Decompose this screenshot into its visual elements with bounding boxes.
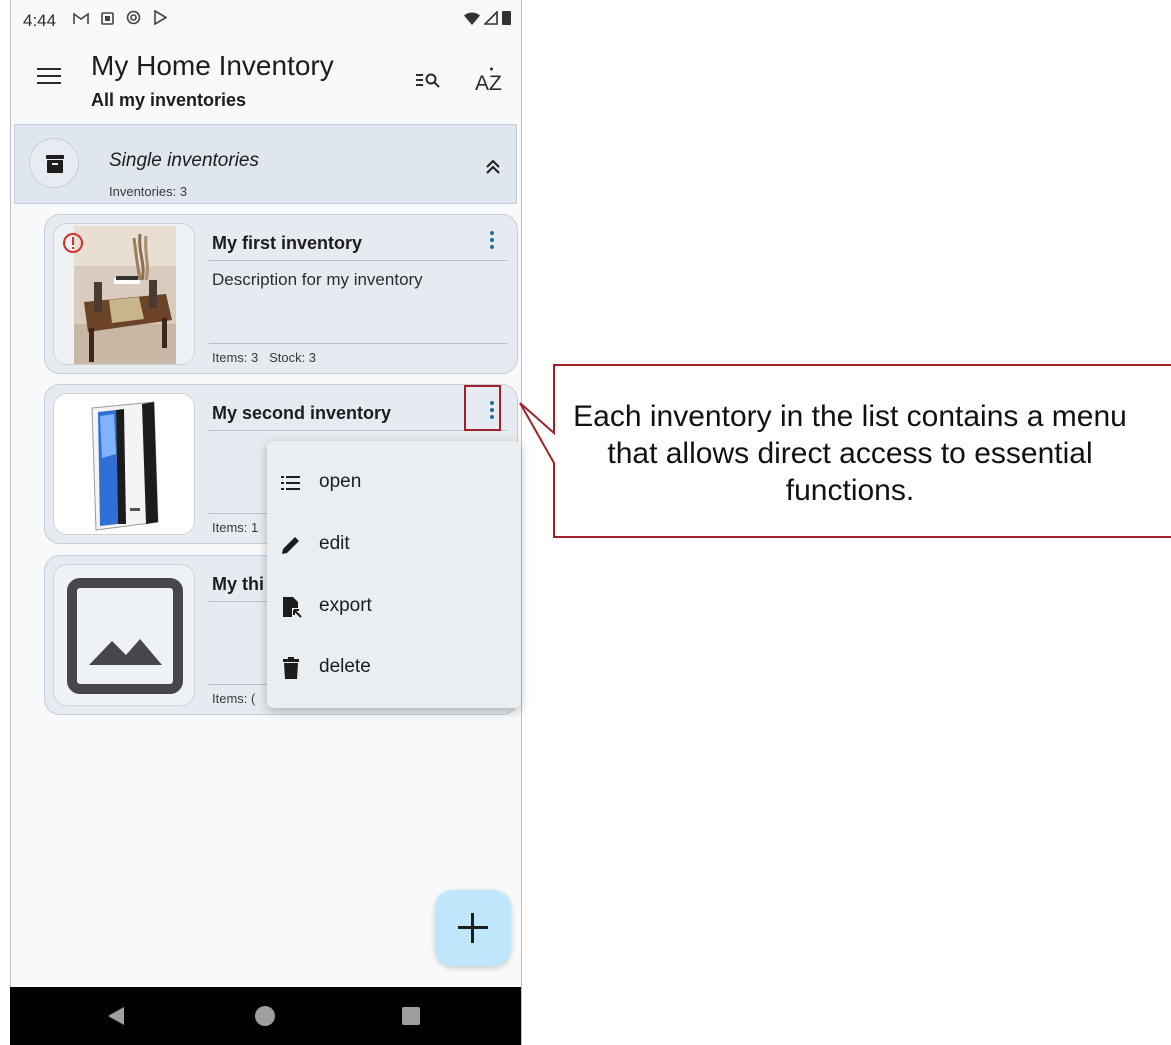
notification-icons [73,9,168,30]
gmail-icon [73,10,89,30]
android-navigation-bar [10,987,521,1045]
list-icon [279,471,303,495]
at-sign-icon [126,10,141,30]
menu-label: open [319,471,362,492]
svg-text:AZ: AZ [475,72,502,94]
menu-item-delete[interactable]: delete [267,638,521,698]
sort-az-icon[interactable]: AZ [474,64,506,95]
battery-icon [502,10,511,30]
group-title: Single inventories [109,150,259,171]
trash-icon [279,656,303,680]
divider [209,260,507,261]
status-bar: 4:44 [11,0,521,40]
add-inventory-button[interactable] [435,890,511,966]
divider [209,343,507,344]
inventory-description: Description for my inventory [212,270,423,289]
inventory-photo-pc-case [53,393,195,535]
inventory-title: My thi [212,574,264,594]
group-header-single-inventories[interactable]: Single inventories Inventories: 3 [14,124,517,204]
menu-item-open[interactable]: open [267,453,521,513]
image-placeholder-icon [53,564,195,706]
calendar-icon [101,10,114,30]
back-icon[interactable] [108,1007,124,1025]
menu-item-export[interactable]: export [267,577,521,637]
menu-label: delete [319,656,371,677]
inventory-photo-dining-room [53,223,195,365]
inventory-context-menu: open edit export delete [267,441,521,708]
menu-highlight-box [464,385,501,431]
more-vert-icon[interactable] [485,231,499,255]
inventory-card[interactable]: My first inventory Description for my in… [44,214,518,374]
inventory-title: My second inventory [212,403,392,423]
inventory-stats: Items: 3 Stock: 3 [212,350,317,365]
file-export-icon [279,595,303,619]
divider [209,430,507,431]
warning-alert-icon [63,233,83,253]
inventory-title: My first inventory [212,233,363,253]
menu-label: export [319,595,372,616]
app-title: My Home Inventory [91,50,334,81]
wifi-icon [464,10,480,30]
inventory-stats: Items: 1 [212,520,259,535]
recents-icon[interactable] [402,1007,420,1025]
pencil-icon [279,533,303,557]
archive-icon [29,138,79,188]
app-bar: My Home Inventory All my inventories AZ [11,40,521,124]
app-subtitle: All my inventories [91,90,247,110]
filter-search-icon[interactable] [414,68,444,92]
group-count: Inventories: 3 [109,184,188,199]
chevron-double-up-icon[interactable] [483,155,503,179]
play-store-icon [153,9,168,30]
menu-item-edit[interactable]: edit [267,515,521,575]
inventory-stats: Items: ( [212,691,256,706]
hamburger-menu-icon[interactable] [37,68,61,86]
status-time: 4:44 [23,11,57,30]
home-icon[interactable] [255,1006,275,1026]
signal-icon [483,10,498,30]
system-icons [464,10,511,30]
callout-text: Each inventory in the list contains a me… [573,400,1127,507]
menu-label: edit [319,533,350,554]
